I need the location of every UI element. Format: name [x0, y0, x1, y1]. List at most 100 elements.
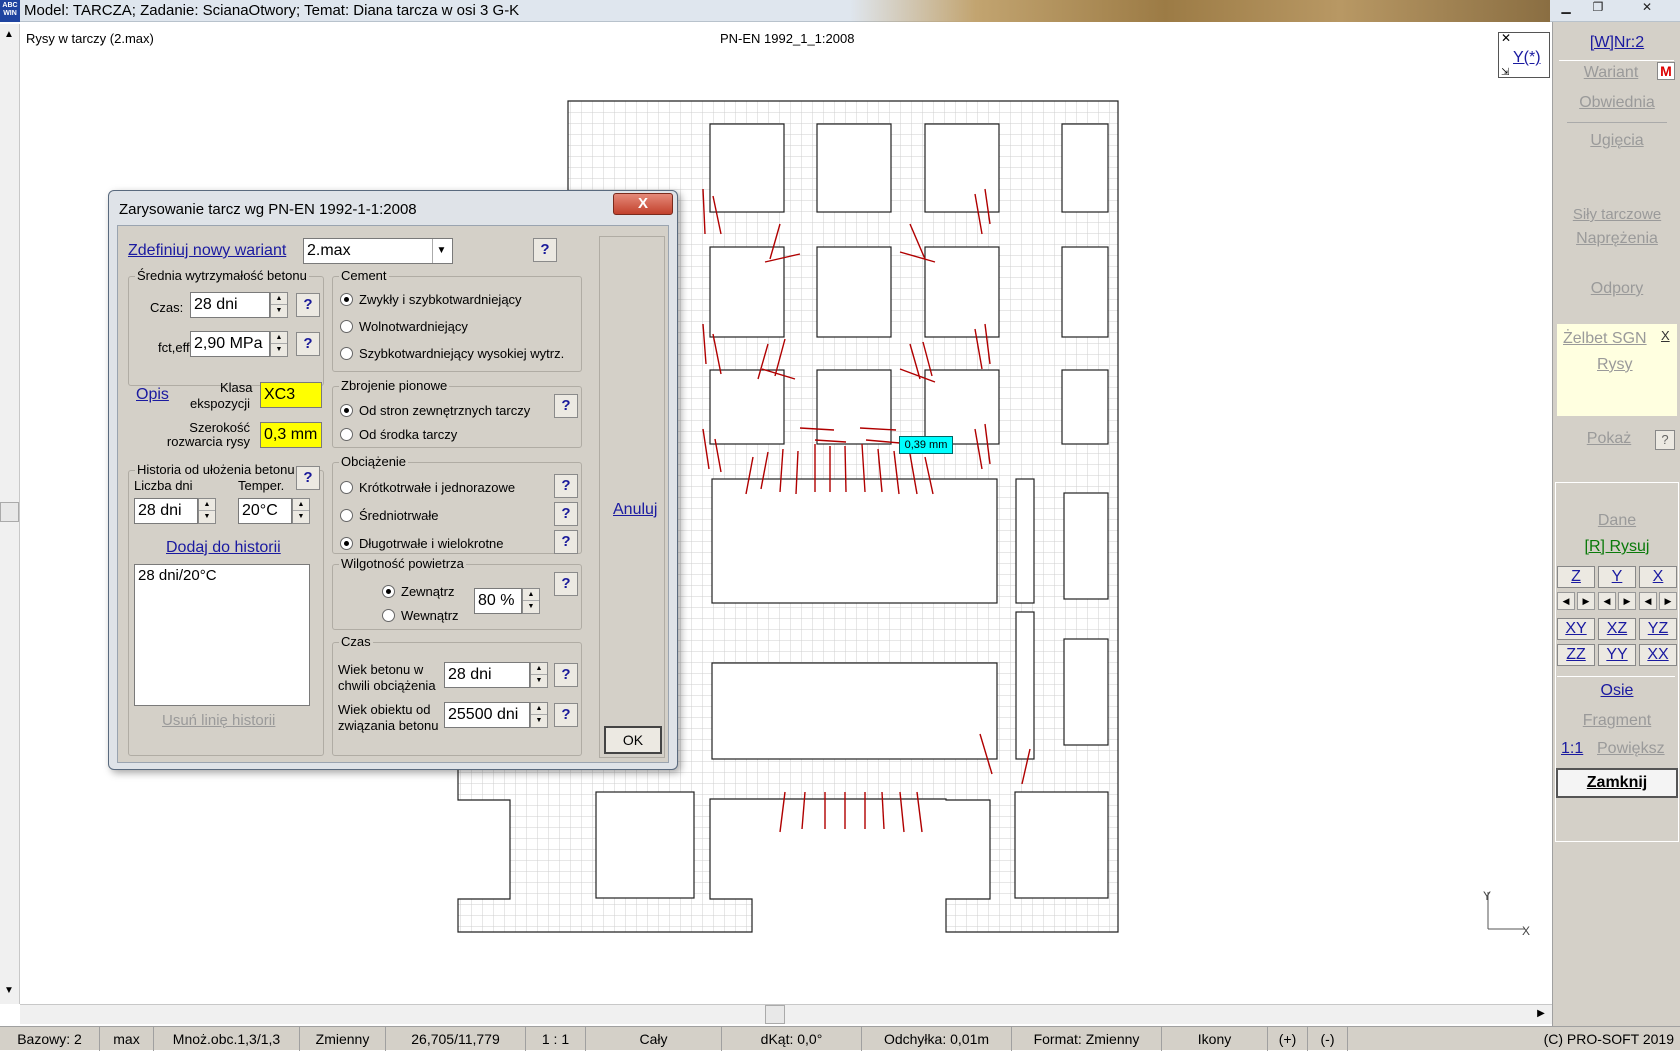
window-close-button[interactable]: ✕	[1630, 0, 1664, 16]
dlugo-help-button[interactable]: ?	[554, 530, 578, 554]
variant-help-button[interactable]: ?	[533, 238, 557, 262]
wilgotnosc-help-button[interactable]: ?	[554, 572, 578, 596]
rotate-left-icon[interactable]: ◀	[1598, 592, 1616, 610]
temper-input[interactable]: 20°C	[238, 498, 292, 524]
zbrojenie-option-zewn[interactable]: Od stron zewnętrznych tarczy	[340, 403, 530, 418]
wiek-obciazenia-help-button[interactable]: ?	[554, 663, 578, 687]
wilgotnosc-stepper[interactable]: ▲ ▼	[522, 588, 540, 614]
view-yz-button[interactable]: YZ	[1639, 618, 1677, 640]
fct-help-button[interactable]: ?	[296, 332, 320, 356]
temper-stepper[interactable]: ▲ ▼	[292, 498, 310, 524]
view-x-button[interactable]: X	[1639, 566, 1677, 588]
liczba-dni-input[interactable]: 28 dni	[134, 498, 198, 524]
horizontal-scrollbar[interactable]: ▶	[20, 1004, 1552, 1024]
spin-up-icon[interactable]: ▲	[531, 663, 547, 675]
view-xz-button[interactable]: XZ	[1598, 618, 1636, 640]
zelbet-close-icon[interactable]: X	[1661, 328, 1670, 343]
rotate-right-icon[interactable]: ▶	[1577, 592, 1595, 610]
dialog-close-button[interactable]: X	[613, 193, 673, 215]
fragment-link[interactable]: Fragment	[1553, 712, 1680, 730]
vertical-scroll-thumb[interactable]	[0, 502, 19, 522]
pokaz-help-button[interactable]: ?	[1655, 430, 1675, 450]
spin-up-icon[interactable]: ▲	[523, 589, 539, 601]
czas-input[interactable]: 28 dni	[190, 292, 270, 318]
spin-down-icon[interactable]: ▼	[271, 344, 287, 356]
odpory-link[interactable]: Odpory	[1553, 280, 1680, 298]
osie-link[interactable]: Osie	[1553, 682, 1680, 700]
wiek-obiektu-stepper[interactable]: ▲ ▼	[530, 702, 548, 728]
spin-down-icon[interactable]: ▼	[199, 511, 215, 523]
fct-stepper[interactable]: ▲ ▼	[270, 331, 288, 357]
obciazenie-option-srednio[interactable]: Średniotrwałe	[340, 508, 439, 523]
spin-up-icon[interactable]: ▲	[271, 332, 287, 344]
history-help-button[interactable]: ?	[296, 466, 320, 490]
pokaz-link[interactable]: Pokaż	[1545, 430, 1673, 448]
horizontal-scroll-thumb[interactable]	[765, 1005, 785, 1024]
krotko-help-button[interactable]: ?	[554, 474, 578, 498]
wiek-obciazenia-stepper[interactable]: ▲ ▼	[530, 662, 548, 688]
czas-help-button[interactable]: ?	[296, 293, 320, 317]
powieksz-link[interactable]: Powiększ	[1597, 740, 1665, 758]
zelbet-sgn-link[interactable]: Żelbet SGN	[1563, 330, 1647, 348]
list-item[interactable]: 28 dni/20°C	[135, 565, 309, 586]
rotate-right-icon[interactable]: ▶	[1659, 592, 1677, 610]
ugiecia-link[interactable]: Ugięcia	[1553, 132, 1680, 150]
scroll-right-arrow-icon[interactable]: ▶	[1532, 1005, 1550, 1023]
spin-up-icon[interactable]: ▲	[199, 499, 215, 511]
wiek-obiektu-input[interactable]: 25500 dni	[444, 702, 530, 728]
cement-option-zwykly[interactable]: Zwykły i szybkotwardniejący	[340, 292, 522, 307]
history-list[interactable]: 28 dni/20°C	[134, 564, 310, 706]
fct-input[interactable]: 2,90 MPa	[190, 331, 270, 357]
spin-up-icon[interactable]: ▲	[531, 703, 547, 715]
liczba-dni-stepper[interactable]: ▲ ▼	[198, 498, 216, 524]
spin-down-icon[interactable]: ▼	[523, 601, 539, 613]
spin-down-icon[interactable]: ▼	[271, 305, 287, 317]
spin-down-icon[interactable]: ▼	[531, 715, 547, 727]
obciazenie-option-krotko[interactable]: Krótkotrwałe i jednorazowe	[340, 480, 515, 495]
wariant-link[interactable]: Wariant	[1547, 64, 1675, 82]
zbrojenie-option-srodek[interactable]: Od środka tarczy	[340, 427, 457, 442]
status-zoom-in[interactable]: (+)	[1268, 1027, 1308, 1051]
rotate-left-icon[interactable]: ◀	[1557, 592, 1575, 610]
scale-1-1-link[interactable]: 1:1	[1561, 740, 1583, 758]
zbrojenie-help-button[interactable]: ?	[554, 394, 578, 418]
rysuj-link[interactable]: [R] Rysuj	[1553, 538, 1680, 556]
rotate-left-icon[interactable]: ◀	[1639, 592, 1657, 610]
wiek-obiektu-help-button[interactable]: ?	[554, 703, 578, 727]
maximize-button[interactable]: ❐	[1584, 0, 1612, 16]
klasa-ekspozycji-input[interactable]: XC3	[260, 382, 322, 408]
view-zz-button[interactable]: ZZ	[1557, 644, 1595, 666]
define-variant-link[interactable]: Zdefiniuj nowy wariant	[128, 242, 286, 260]
szerokosc-rysy-input[interactable]: 0,3 mm	[260, 422, 322, 448]
cement-option-szybko[interactable]: Szybkotwardniejący wysokiej wytrz.	[340, 346, 564, 361]
view-xy-button[interactable]: XY	[1557, 618, 1595, 640]
view-yy-button[interactable]: YY	[1598, 644, 1636, 666]
zamknij-button[interactable]: Zamknij	[1556, 768, 1678, 798]
anuluj-link[interactable]: Anuluj	[613, 501, 657, 519]
sily-tarczowe-link[interactable]: Siły tarczowe	[1553, 206, 1680, 223]
dodaj-do-historii-link[interactable]: Dodaj do historii	[166, 539, 281, 557]
wilgotnosc-input[interactable]: 80 %	[474, 588, 522, 614]
scroll-down-arrow-icon[interactable]: ▼	[0, 982, 18, 1000]
obwiednia-link[interactable]: Obwiednia	[1553, 94, 1680, 112]
spin-down-icon[interactable]: ▼	[293, 511, 309, 523]
wilgotnosc-option-zewnatrz[interactable]: Zewnątrz	[382, 584, 454, 599]
czas-stepper[interactable]: ▲ ▼	[270, 292, 288, 318]
wilgotnosc-option-wewnatrz[interactable]: Wewnątrz	[382, 608, 459, 623]
spin-down-icon[interactable]: ▼	[531, 675, 547, 687]
wiek-obciazenia-input[interactable]: 28 dni	[444, 662, 530, 688]
ok-button[interactable]: OK	[604, 726, 662, 754]
view-z-button[interactable]: Z	[1557, 566, 1595, 588]
view-xx-button[interactable]: XX	[1639, 644, 1677, 666]
dane-link[interactable]: Dane	[1553, 512, 1680, 530]
minimize-button[interactable]: ▁	[1552, 0, 1580, 16]
cement-option-wolno[interactable]: Wolnotwardniejący	[340, 319, 468, 334]
status-ikony[interactable]: Ikony	[1162, 1027, 1268, 1051]
naprezenia-link[interactable]: Naprężenia	[1553, 230, 1680, 248]
m-badge[interactable]: M	[1657, 62, 1675, 80]
spin-up-icon[interactable]: ▲	[293, 499, 309, 511]
obciazenie-option-dlugo[interactable]: Długotrwałe i wielokrotne	[340, 536, 504, 551]
scroll-up-arrow-icon[interactable]: ▲	[0, 26, 18, 44]
view-y-button[interactable]: Y	[1598, 566, 1636, 588]
variant-select[interactable]: 2.max ▼	[303, 238, 453, 264]
